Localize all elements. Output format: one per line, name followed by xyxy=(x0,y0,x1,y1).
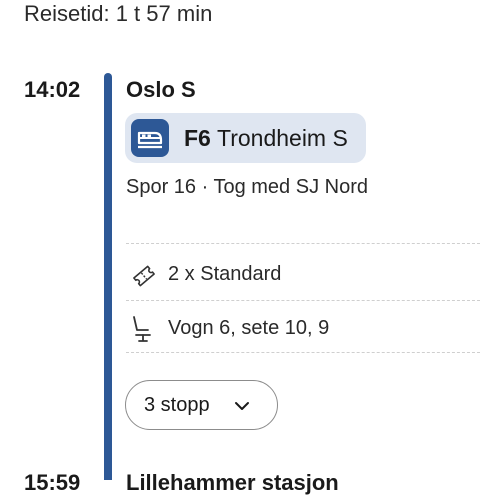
divider xyxy=(126,243,480,244)
seat-info: Vogn 6, sete 10, 9 xyxy=(168,317,330,339)
line-destination: Trondheim S xyxy=(217,125,348,151)
seat-icon xyxy=(133,316,151,342)
departure-time: 14:02 xyxy=(24,77,81,102)
line-chip[interactable]: F6 Trondheim S xyxy=(125,113,366,163)
next-stop-time: 15:59 xyxy=(24,470,81,495)
train-icon xyxy=(131,119,169,157)
timeline-bar xyxy=(104,73,112,480)
travel-time: Reisetid: 1 t 57 min xyxy=(24,1,213,26)
stops-label: 3 stopp xyxy=(144,394,210,416)
stops-toggle-button[interactable]: 3 stopp xyxy=(125,380,278,430)
chevron-down-icon xyxy=(235,402,249,410)
divider xyxy=(126,300,480,301)
divider xyxy=(126,352,480,353)
line-code: F6 xyxy=(184,125,211,151)
ticket-info: 2 x Standard xyxy=(168,263,282,285)
ticket-icon xyxy=(133,265,155,287)
next-stop-station: Lillehammer stasjon xyxy=(126,470,339,495)
track-info: Spor 16 · Tog med SJ Nord xyxy=(126,176,368,198)
departure-station: Oslo S xyxy=(126,77,196,102)
